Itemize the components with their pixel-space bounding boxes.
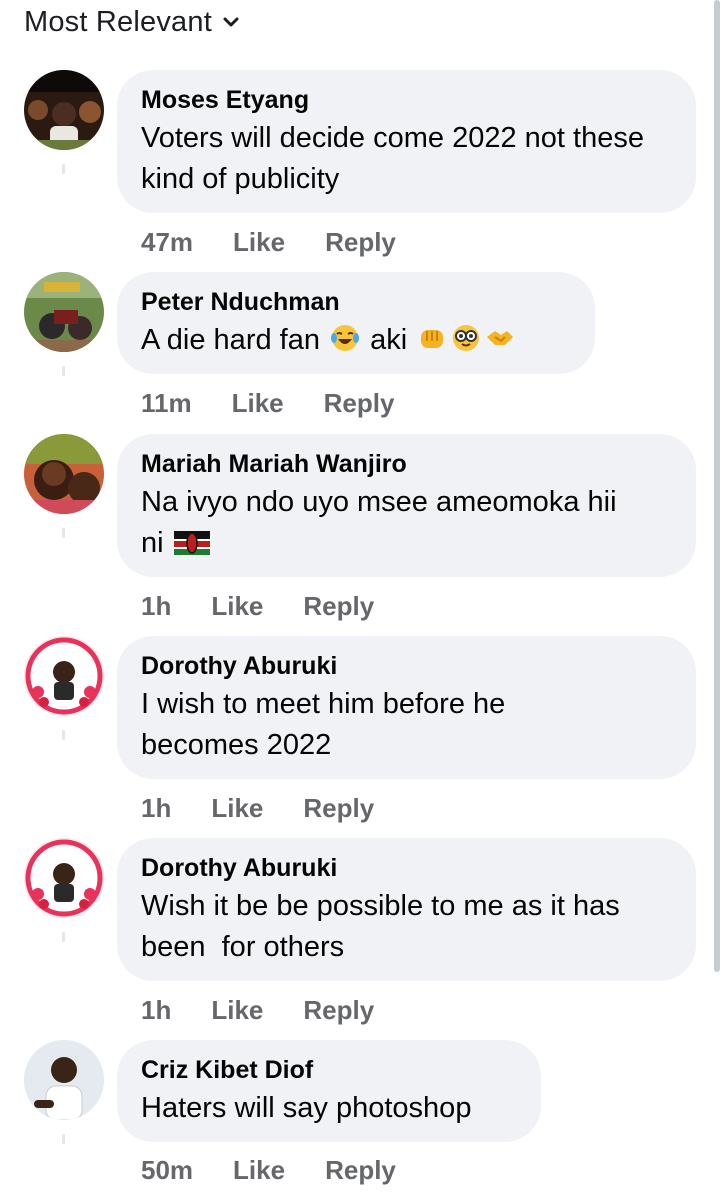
- comment-author[interactable]: Moses Etyang: [141, 85, 672, 115]
- comment-text-part: Na ivyo ndo uyo msee ameomoka hii: [141, 486, 617, 518]
- comment-text-part: aki: [370, 324, 408, 356]
- scrollbar[interactable]: [714, 0, 720, 972]
- avatar[interactable]: [24, 636, 104, 716]
- reply-button[interactable]: Reply: [303, 995, 374, 1026]
- reply-button[interactable]: Reply: [325, 227, 396, 258]
- comment-text: Voters will decide come 2022 not these k…: [141, 122, 644, 195]
- comment-actions: 11m Like Reply: [141, 388, 394, 419]
- like-button[interactable]: Like: [211, 591, 263, 622]
- comment-actions: 50m Like Reply: [141, 1155, 396, 1186]
- comment-time[interactable]: 11m: [141, 388, 192, 419]
- comment-author[interactable]: Dorothy Aburuki: [141, 651, 672, 681]
- like-button[interactable]: Like: [211, 995, 263, 1026]
- avatar[interactable]: [24, 1040, 104, 1120]
- comment-text: A die hard fan aki: [141, 320, 571, 361]
- comment-bubble[interactable]: Moses Etyang Voters will decide come 202…: [117, 70, 696, 213]
- comment-time[interactable]: 47m: [141, 227, 193, 258]
- like-button[interactable]: Like: [233, 1155, 285, 1186]
- comment-bubble[interactable]: Mariah Mariah Wanjiro Na ivyo ndo uyo ms…: [117, 434, 696, 577]
- comment-bubble[interactable]: Dorothy Aburuki I wish to meet him befor…: [117, 636, 696, 779]
- face-with-tears-of-joy-icon: [331, 325, 360, 351]
- comment-text-part: ni: [141, 527, 164, 559]
- reply-button[interactable]: Reply: [324, 388, 395, 419]
- comment-actions: 1h Like Reply: [141, 591, 374, 622]
- comment-bubble[interactable]: Dorothy Aburuki Wish it be be possible t…: [117, 838, 696, 981]
- avatar[interactable]: [24, 434, 104, 514]
- comment-actions: 1h Like Reply: [141, 793, 374, 824]
- comment-bubble[interactable]: Criz Kibet Diof Haters will say photosho…: [117, 1040, 541, 1142]
- comment-text: Na ivyo ndo uyo msee ameomoka hii ni: [141, 482, 672, 564]
- thread-line: [62, 366, 65, 376]
- comment-actions: 1h Like Reply: [141, 995, 374, 1026]
- comment-author[interactable]: Peter Nduchman: [141, 287, 571, 317]
- comment-text: Haters will say photoshop: [141, 1092, 472, 1124]
- kenya-flag-icon: [173, 531, 210, 555]
- comment-bubble[interactable]: Peter Nduchman A die hard fan aki: [117, 272, 595, 374]
- chevron-down-icon: [223, 17, 239, 27]
- comment-time[interactable]: 1h: [141, 591, 171, 622]
- comment-text: Wish it be be possible to me as it has b…: [141, 890, 628, 963]
- oncoming-fist-icon: [421, 330, 444, 348]
- comment-author[interactable]: Mariah Mariah Wanjiro: [141, 449, 672, 479]
- comment-author[interactable]: Dorothy Aburuki: [141, 853, 672, 883]
- reply-button[interactable]: Reply: [325, 1155, 396, 1186]
- avatar[interactable]: [24, 838, 104, 918]
- comment-text: I wish to meet him before he becomes 202…: [141, 688, 506, 761]
- avatar[interactable]: [24, 272, 104, 352]
- thread-line: [62, 730, 65, 740]
- handshake-icon: [487, 331, 514, 345]
- comment-text-part: A die hard fan: [141, 324, 320, 356]
- thread-line: [62, 1134, 65, 1144]
- thread-line: [62, 164, 65, 174]
- comment-author[interactable]: Criz Kibet Diof: [141, 1055, 517, 1085]
- comment-time[interactable]: 1h: [141, 995, 171, 1026]
- reply-button[interactable]: Reply: [303, 591, 374, 622]
- comment-actions: 47m Like Reply: [141, 227, 396, 258]
- like-button[interactable]: Like: [211, 793, 263, 824]
- like-button[interactable]: Like: [233, 227, 285, 258]
- comment-time[interactable]: 1h: [141, 793, 171, 824]
- like-button[interactable]: Like: [232, 388, 284, 419]
- reply-button[interactable]: Reply: [303, 793, 374, 824]
- thread-line: [62, 528, 65, 538]
- avatar[interactable]: [24, 70, 104, 150]
- sort-label: Most Relevant: [24, 5, 212, 38]
- comment-time[interactable]: 50m: [141, 1155, 193, 1186]
- thread-line: [62, 932, 65, 942]
- sort-dropdown[interactable]: Most Relevant: [24, 4, 240, 40]
- nerd-glasses-icon: [453, 325, 480, 351]
